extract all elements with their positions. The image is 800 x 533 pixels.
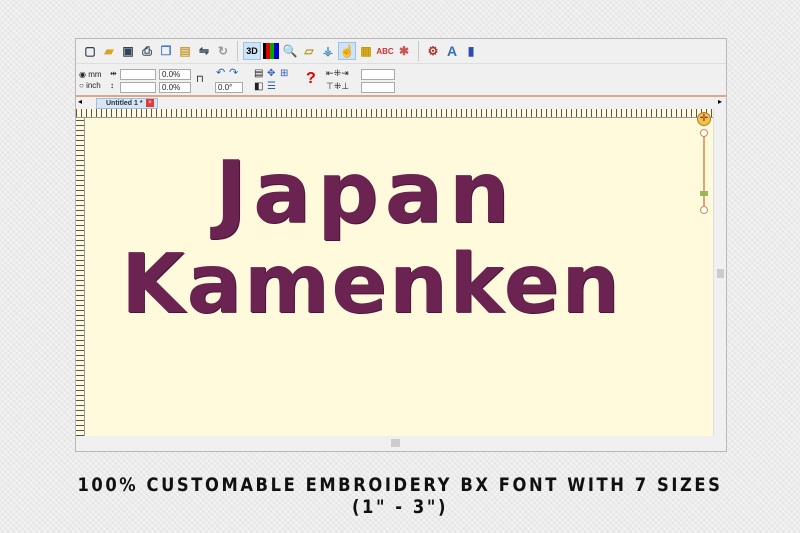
3d-view-icon[interactable]: 3D [243,42,261,60]
zoom-in-icon[interactable] [700,129,708,137]
unit-mm-radio[interactable]: ◉ mm [79,70,102,79]
compass-icon[interactable]: ✛ [697,112,711,126]
tab-label: Untitled 1 * [106,100,143,107]
align-left-icon[interactable]: ⇤⁜⇥ [326,68,349,79]
align-top-icon[interactable]: ▤ [254,68,263,79]
document-tabs: ◂ Untitled 1 * × ▸ [76,97,726,109]
save-icon[interactable]: ▣ [120,43,136,59]
height-input[interactable] [120,82,156,93]
divider [418,41,419,61]
horizontal-ruler [76,109,713,118]
height-percent-input[interactable]: 0.0% [159,82,191,93]
zoom-out-icon[interactable] [700,206,708,214]
rotate-left-icon[interactable]: ↶ [216,66,225,79]
tab-scroll-left-icon[interactable]: ◂ [78,97,82,106]
tab-scroll-right-icon[interactable]: ▸ [718,97,722,106]
color-chart-icon[interactable] [263,43,279,59]
select-icon[interactable]: ☝ [338,42,356,60]
unit-mm-label: mm [88,70,102,79]
design-canvas[interactable]: Japan Kamenken ✛ [85,112,713,436]
rotate-right-icon[interactable]: ↷ [229,66,238,79]
promo-caption: 100% CUSTOMABLE EMBROIDERY BX FONT WITH … [77,474,723,518]
list-icon[interactable]: ☰ [267,81,276,92]
horizontal-scroll-thumb[interactable] [391,439,400,447]
open-icon[interactable]: ▰ [101,43,117,59]
divider [237,41,238,61]
embroidery-app-window: ▢ ▰ ▣ ⎙ ❐ ▤ ⇋ ↻ 3D 🔍 ▱ ⚶ ☝ ▦ ABC ✱ ⚙ A ▮… [75,38,727,452]
half-fill-icon[interactable]: ◧ [254,81,263,92]
vertical-scroll-thumb[interactable] [717,269,724,278]
frame-icon[interactable]: ▦ [358,43,374,59]
zoom-slider-thumb[interactable] [700,191,708,196]
unit-inch-label: inch [86,81,101,90]
fit-icon[interactable]: ✥ [267,68,275,79]
main-toolbar: ▢ ▰ ▣ ⎙ ❐ ▤ ⇋ ↻ 3D 🔍 ▱ ⚶ ☝ ▦ ABC ✱ ⚙ A ▮ [76,39,726,64]
copy-icon[interactable]: ❐ [158,43,174,59]
help-icon[interactable]: ? [306,70,316,88]
align-bottom-icon[interactable]: ⊤⁜⊥ [326,81,349,92]
unit-inch-radio[interactable]: ○ inch [79,81,101,90]
width-input[interactable] [120,69,156,80]
width-percent-input[interactable]: 0.0% [159,69,191,80]
vertical-scrollbar[interactable] [713,109,726,436]
mirror-icon[interactable]: ⇋ [196,43,212,59]
horizontal-scrollbar[interactable] [76,436,713,451]
text-icon[interactable]: A [444,43,460,59]
angle-input[interactable]: 0.0° [215,82,243,93]
zoom-icon[interactable]: 🔍 [282,43,298,59]
close-tab-icon[interactable]: × [146,99,154,107]
ruler-icon[interactable]: ▱ [301,43,317,59]
export-icon[interactable]: ▮ [463,43,479,59]
spacing-x-input[interactable] [361,69,395,80]
properties-toolbar: ◉ mm ○ inch ⇹ ↕ 0.0% 0.0% ⊓ ↶ ↷ 0.0° ▤ ✥… [76,64,726,97]
center-icon[interactable]: ⊞ [280,68,288,79]
embroidery-line-1: Japan [215,143,516,243]
width-icon: ⇹ [110,69,117,78]
zoom-slider[interactable] [703,130,705,210]
spacing-y-input[interactable] [361,82,395,93]
settings-icon[interactable]: ⚙ [425,43,441,59]
lettering-icon[interactable]: ABC [376,43,393,59]
print-icon[interactable]: ⎙ [139,43,155,59]
vertical-ruler [76,118,85,436]
stitch-icon[interactable]: ⚶ [320,43,336,59]
rotate-icon[interactable]: ↻ [215,43,231,59]
lock-ratio-icon[interactable]: ⊓ [196,74,204,85]
paste-icon[interactable]: ▤ [177,43,193,59]
height-icon: ↕ [110,81,114,90]
new-icon[interactable]: ▢ [82,43,98,59]
embroidery-line-2: Kamenken [121,237,622,332]
pattern-icon[interactable]: ✱ [396,43,412,59]
